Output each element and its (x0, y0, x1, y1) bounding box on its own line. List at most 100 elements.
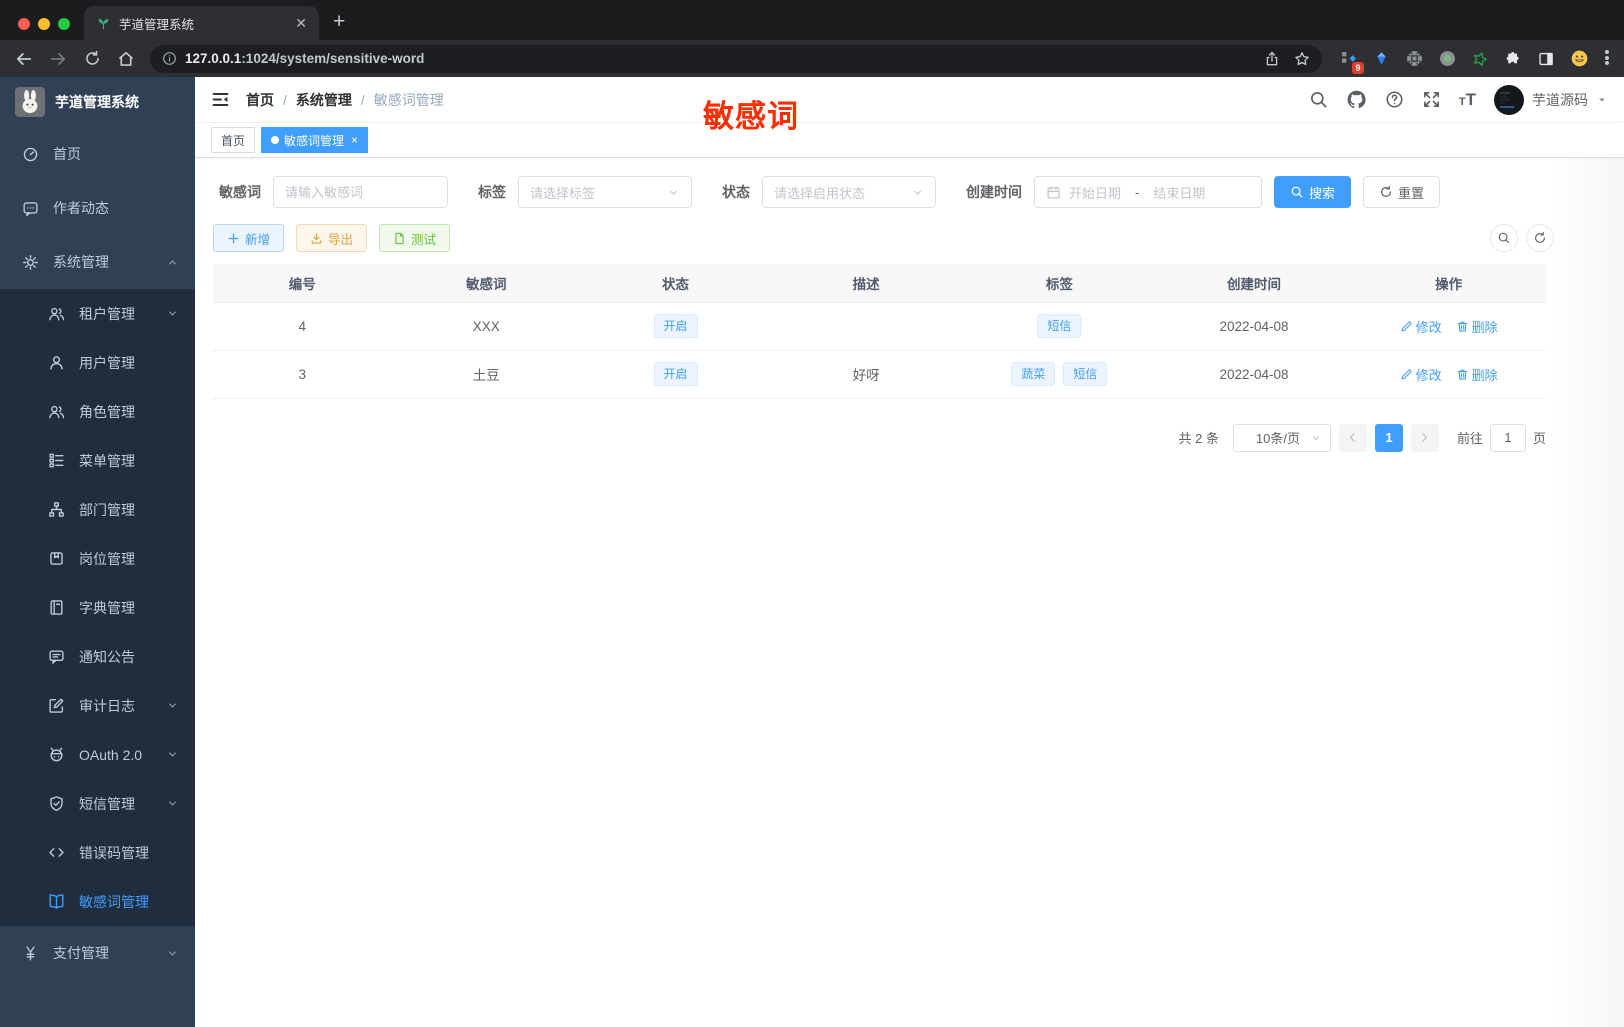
add-button[interactable]: 新增 (213, 224, 285, 252)
current-page[interactable]: 1 (1374, 423, 1403, 452)
sidebar-item-author-news[interactable]: 作者动态 (0, 181, 195, 235)
side-panel-icon[interactable] (1534, 47, 1558, 71)
prev-page-button[interactable] (1338, 423, 1367, 452)
forward-icon[interactable] (42, 43, 74, 75)
header-search-icon[interactable] (1309, 90, 1328, 109)
shield-check-icon (48, 795, 65, 812)
table-row: 3 土豆 开启 好呀 蔬菜 短信 2022-04-08 修改 删除 (213, 350, 1546, 399)
show-search-button[interactable] (1490, 224, 1518, 252)
rabbit-logo (15, 87, 45, 117)
sidebar-item-oauth2[interactable]: OAuth 2.0 (0, 730, 195, 779)
tags-view-tab[interactable]: 首页 (211, 127, 256, 153)
status-select[interactable]: 请选择启用状态 (762, 176, 936, 208)
tab-label: 首页 (221, 133, 246, 148)
calendar-icon (1046, 185, 1061, 200)
sidebar-item-sms[interactable]: 短信管理 (0, 779, 195, 828)
macos-window-controls[interactable] (0, 18, 84, 40)
share-icon[interactable] (1264, 51, 1280, 67)
sidebar-item-dict[interactable]: 字典管理 (0, 583, 195, 632)
recorder-extension-icon[interactable] (1435, 47, 1459, 71)
help-icon[interactable] (1385, 90, 1404, 109)
font-size-icon[interactable]: TT (1459, 91, 1476, 108)
filter-form: 敏感词 标签 请选择标签 状态 请选择启用状态 创建时间 (219, 176, 1546, 208)
app-title: 芋道管理系统 (55, 94, 139, 110)
browser-menu-icon[interactable]: • • • (1600, 45, 1614, 71)
sidebar-item-user[interactable]: 用户管理 (0, 338, 195, 387)
maximize-window-button[interactable] (58, 18, 70, 30)
test-button[interactable]: 测试 (379, 224, 451, 252)
cell-tags: 蔬菜 短信 (962, 350, 1157, 399)
app-logo-row[interactable]: 芋道管理系统 (0, 77, 195, 127)
github-icon[interactable] (1346, 89, 1367, 110)
chevron-down-icon (166, 947, 179, 960)
browser-tab[interactable]: 芋道管理系统 ✕ (84, 6, 319, 40)
sidebar-item-label: 系统管理 (53, 254, 109, 270)
command-extension-icon[interactable] (1402, 47, 1426, 71)
sidebar-item-dept[interactable]: 部门管理 (0, 485, 195, 534)
tags-view-tab[interactable]: 敏感词管理 × (261, 127, 369, 153)
sidebar-item-label: 首页 (53, 146, 81, 162)
emoji-profile-icon[interactable] (1567, 47, 1591, 71)
back-icon[interactable] (8, 43, 40, 75)
sidebar-item-label: 支付管理 (53, 945, 109, 961)
new-tab-button[interactable]: + (333, 10, 345, 34)
chevron-down-icon (166, 699, 179, 712)
breadcrumb-home[interactable]: 首页 (246, 90, 274, 110)
goto-page-input[interactable] (1489, 423, 1526, 452)
sidebar-item-sensitive-word[interactable]: 敏感词管理 (0, 877, 195, 926)
delete-button[interactable]: 删除 (1456, 365, 1498, 384)
pagination: 共 2 条 10条/页 1 前往 页 (213, 423, 1546, 452)
close-window-button[interactable] (18, 18, 30, 30)
sidebar-fold-icon[interactable] (211, 90, 230, 109)
search-button[interactable]: 搜索 (1274, 176, 1352, 208)
sidebar-item-menu[interactable]: 菜单管理 (0, 436, 195, 485)
sidebar: 芋道管理系统 首页作者动态系统管理租户管理 用户管理 角色管理 菜单管理 部门管理 岗位管… (0, 77, 195, 1027)
tab-manager-extension-icon[interactable]: 9 (1336, 47, 1364, 74)
edit-button[interactable]: 修改 (1400, 317, 1442, 336)
reset-button[interactable]: 重置 (1363, 176, 1441, 208)
tag-label: 标签 (478, 184, 506, 200)
refresh-table-button[interactable] (1526, 224, 1554, 252)
delete-button[interactable]: 删除 (1456, 317, 1498, 336)
users-icon (48, 403, 65, 420)
tab-close-icon[interactable]: ✕ (295, 16, 307, 30)
keyword-input-wrap (273, 176, 448, 208)
url-text[interactable]: 127.0.0.1:1024/system/sensitive-word (185, 51, 1256, 66)
tag-select[interactable]: 请选择标签 (518, 176, 692, 208)
sidebar-item-audit-log[interactable]: 审计日志 (0, 681, 195, 730)
chevron-down-icon (1310, 432, 1322, 444)
minimize-window-button[interactable] (38, 18, 50, 30)
green-star-extension-icon[interactable] (1468, 47, 1492, 71)
favicon-plant-icon (96, 16, 111, 31)
sidebar-item-notice[interactable]: 通知公告 (0, 632, 195, 681)
close-icon[interactable]: × (351, 133, 358, 147)
sidebar-item-error-code[interactable]: 错误码管理 (0, 828, 195, 877)
kite-extension-icon[interactable] (1369, 47, 1393, 71)
sidebar-item-tenant[interactable]: 租户管理 (0, 289, 195, 338)
breadcrumb-system[interactable]: 系统管理 (296, 90, 352, 110)
export-button[interactable]: 导出 (296, 224, 368, 252)
fullscreen-icon[interactable] (1422, 90, 1441, 109)
next-page-button[interactable] (1410, 423, 1439, 452)
bookmark-star-icon[interactable] (1294, 51, 1310, 67)
sidebar-item-label: 作者动态 (53, 200, 109, 216)
org-chart-icon (48, 501, 65, 518)
reload-icon[interactable] (76, 43, 108, 75)
sidebar-item-system[interactable]: 系统管理 (0, 235, 195, 289)
site-info-icon[interactable] (162, 51, 177, 66)
keyword-label: 敏感词 (219, 184, 261, 200)
sidebar-item-home[interactable]: 首页 (0, 127, 195, 181)
sidebar-item-role[interactable]: 角色管理 (0, 387, 195, 436)
date-range-picker[interactable]: 开始日期 - 结束日期 (1034, 176, 1262, 208)
date-end: 结束日期 (1153, 185, 1206, 201)
keyword-input[interactable] (285, 184, 436, 200)
puzzle-extensions-icon[interactable] (1501, 47, 1525, 71)
sidebar-item-post[interactable]: 岗位管理 (0, 534, 195, 583)
page-size-select[interactable]: 10条/页 (1232, 423, 1331, 452)
home-icon[interactable] (110, 43, 142, 75)
user-menu[interactable]: 芋道源码 (1494, 84, 1608, 115)
table-toolbar: 新增 导出 测试 (213, 224, 1554, 252)
url-bar[interactable]: 127.0.0.1:1024/system/sensitive-word (150, 44, 1322, 73)
sidebar-item-pay[interactable]: 支付管理 (0, 926, 195, 980)
edit-button[interactable]: 修改 (1400, 365, 1442, 384)
